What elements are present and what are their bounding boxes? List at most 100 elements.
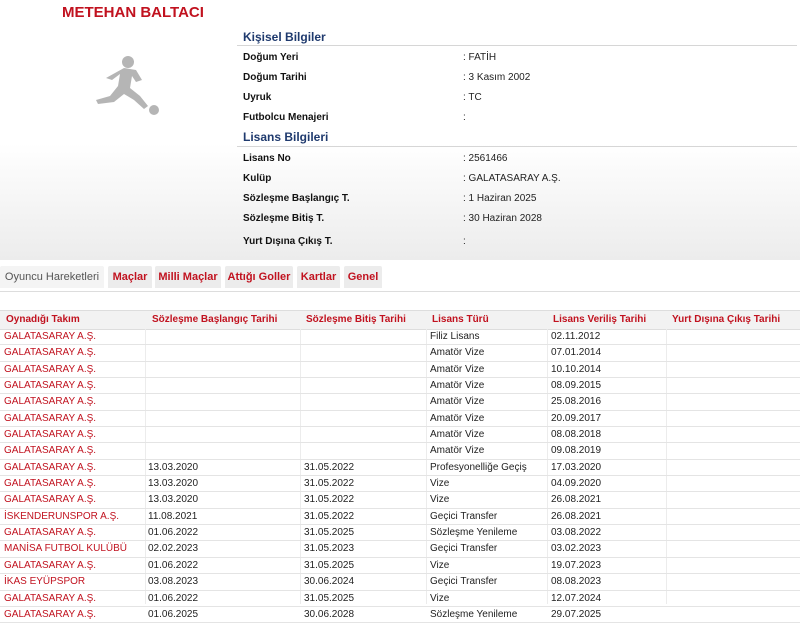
table-cell: 31.05.2025 [304, 559, 355, 571]
table-cell: 25.08.2016 [551, 396, 602, 408]
column-header: Lisans Türü [432, 314, 489, 325]
table-row: GALATASARAY A.Ş. Amatör Vize 08.08.2018 [0, 427, 800, 444]
table-cell: 01.06.2022 [148, 559, 199, 571]
table-cell: 30.06.2024 [304, 576, 355, 588]
column-header: Sözleşme Bitiş Tarihi [306, 314, 406, 325]
table-row: GALATASARAY A.Ş. 13.03.2020 31.05.2022 Prof… [0, 460, 800, 477]
team-link[interactable]: GALATASARAY A.Ş. [4, 380, 96, 391]
table-cell: 01.06.2025 [148, 608, 199, 620]
table-cell: 29.07.2025 [551, 608, 602, 620]
table-cell: 04.09.2020 [551, 478, 602, 490]
field-value: : TC [463, 92, 482, 103]
field-label: Doğum Tarihi [243, 72, 307, 83]
divider [237, 45, 797, 46]
table-cell: 11.08.2021 [148, 510, 198, 522]
column-header: Sözleşme Başlangıç Tarihi [152, 314, 278, 325]
table-cell: 03.08.2022 [551, 527, 602, 539]
team-link[interactable]: GALATASARAY A.Ş. [4, 462, 96, 473]
team-link[interactable]: GALATASARAY A.Ş. [4, 413, 96, 424]
field-value: : FATİH [463, 52, 497, 63]
table-cell: Sözleşme Yenileme [430, 527, 518, 539]
team-link[interactable]: GALATASARAY A.Ş. [4, 494, 96, 505]
table-cell: 31.05.2022 [304, 461, 355, 473]
team-link[interactable]: GALATASARAY A.Ş. [4, 560, 96, 571]
field-value: : 1 Haziran 2025 [463, 193, 537, 204]
table-cell: 12.07.2024 [551, 592, 602, 604]
table-cell: Amatör Vize [430, 396, 485, 408]
footballer-silhouette-icon [96, 56, 159, 115]
table-cell: Vize [430, 559, 450, 571]
team-link[interactable]: GALATASARAY A.Ş. [4, 593, 96, 604]
tab-maclar[interactable]: Maçlar [108, 266, 152, 288]
table-cell: 19.07.2023 [551, 559, 602, 571]
field-label: Kulüp [243, 173, 272, 184]
team-link[interactable]: İKAS EYÜPSPOR [4, 576, 85, 587]
table-cell: Geçici Transfer [430, 543, 498, 555]
team-link[interactable]: GALATASARAY A.Ş. [4, 478, 96, 489]
team-link[interactable]: GALATASARAY A.Ş. [4, 527, 96, 538]
team-link[interactable]: GALATASARAY A.Ş. [4, 347, 96, 358]
table-cell: 13.03.2020 [148, 494, 199, 506]
team-link[interactable]: GALATASARAY A.Ş. [4, 429, 96, 440]
table-cell: 13.03.2020 [148, 478, 199, 490]
table-cell: 30.06.2028 [304, 608, 355, 620]
team-link[interactable]: GALATASARAY A.Ş. [4, 445, 96, 456]
column-header: Yurt Dışına Çıkış Tarihi [672, 314, 781, 325]
table-cell: Vize [430, 478, 450, 490]
field-label: Sözleşme Bitiş T. [243, 213, 325, 224]
table-row: GALATASARAY A.Ş. Amatör Vize 07.01.2014 [0, 345, 800, 362]
table-cell: Sözleşme Yenileme [430, 608, 518, 620]
team-link[interactable]: GALATASARAY A.Ş. [4, 396, 96, 407]
table-cell: Amatör Vize [430, 380, 485, 392]
table-row: İKAS EYÜPSPOR 03.08.2023 30.06.2024 Geçici … [0, 574, 800, 591]
divider [0, 291, 800, 292]
transfer-table-body: GALATASARAY A.Ş. Filiz Lisans 02.11.2012 GA… [0, 329, 800, 623]
table-cell: 01.06.2022 [148, 592, 199, 604]
table-row: GALATASARAY A.Ş. 01.06.2022 31.05.2025 Sözl… [0, 525, 800, 542]
table-row: GALATASARAY A.Ş. 13.03.2020 31.05.2022 Vize… [0, 492, 800, 509]
player-name: METEHAN BALTACI [62, 4, 204, 21]
team-link[interactable]: MANİSA FUTBOL KULÜBÜ [4, 543, 127, 554]
table-cell: 08.08.2023 [551, 576, 602, 588]
name-bar: METEHAN BALTACI [0, 0, 238, 24]
tab-genel[interactable]: Genel [344, 266, 382, 288]
field-value: : 3 Kasım 2002 [463, 72, 531, 83]
table-cell: Amatör Vize [430, 347, 485, 359]
tab-kartlar[interactable]: Kartlar [297, 266, 340, 288]
divider [237, 146, 797, 147]
tab-attigi-goller[interactable]: Attığı Goller [225, 266, 293, 288]
table-row: GALATASARAY A.Ş. Filiz Lisans 02.11.2012 [0, 329, 800, 346]
table-row: GALATASARAY A.Ş. Amatör Vize 08.09.2015 [0, 378, 800, 395]
tab-milli-maclar[interactable]: Milli Maçlar [155, 266, 221, 288]
table-cell: 31.05.2023 [304, 543, 355, 555]
table-row: GALATASARAY A.Ş. 13.03.2020 31.05.2022 Vize… [0, 476, 800, 493]
field-label: Doğum Yeri [243, 52, 299, 63]
field-label: Uyruk [243, 92, 272, 103]
personal-section-title: Kişisel Bilgiler [243, 30, 326, 44]
table-cell: 08.08.2018 [551, 429, 602, 441]
team-link[interactable]: İSKENDERUNSPOR A.Ş. [4, 511, 119, 522]
table-row: GALATASARAY A.Ş. 01.06.2025 30.06.2028 Sözl… [0, 607, 800, 623]
table-cell: Amatör Vize [430, 363, 485, 375]
table-header: Oynadığı Takım Sözleşme Başlangıç Tarihi… [0, 310, 800, 330]
table-cell: 09.08.2019 [551, 445, 602, 457]
team-link[interactable]: GALATASARAY A.Ş. [4, 331, 96, 342]
field-label: Sözleşme Başlangıç T. [243, 193, 350, 204]
table-cell: 31.05.2025 [304, 527, 355, 539]
table-cell: 02.02.2023 [148, 543, 199, 555]
license-section-title: Lisans Bilgileri [243, 130, 329, 144]
table-cell: 31.05.2022 [304, 510, 355, 522]
table-cell: 26.08.2021 [551, 510, 602, 522]
tab-oyuncu-hareketleri[interactable]: Oyuncu Hareketleri [0, 266, 104, 288]
table-cell: Amatör Vize [430, 429, 485, 441]
table-cell: 31.05.2022 [304, 494, 355, 506]
table-cell: 26.08.2021 [551, 494, 602, 506]
table-cell: Vize [430, 494, 450, 506]
team-link[interactable]: GALATASARAY A.Ş. [4, 364, 96, 375]
table-row: İSKENDERUNSPOR A.Ş. 11.08.2021 31.05.2022 G… [0, 509, 800, 526]
field-value: : GALATASARAY A.Ş. [463, 173, 561, 184]
field-value: : [463, 112, 466, 123]
table-cell: 31.05.2025 [304, 592, 355, 604]
team-link[interactable]: GALATASARAY A.Ş. [4, 609, 96, 620]
table-cell: Filiz Lisans [430, 331, 480, 342]
